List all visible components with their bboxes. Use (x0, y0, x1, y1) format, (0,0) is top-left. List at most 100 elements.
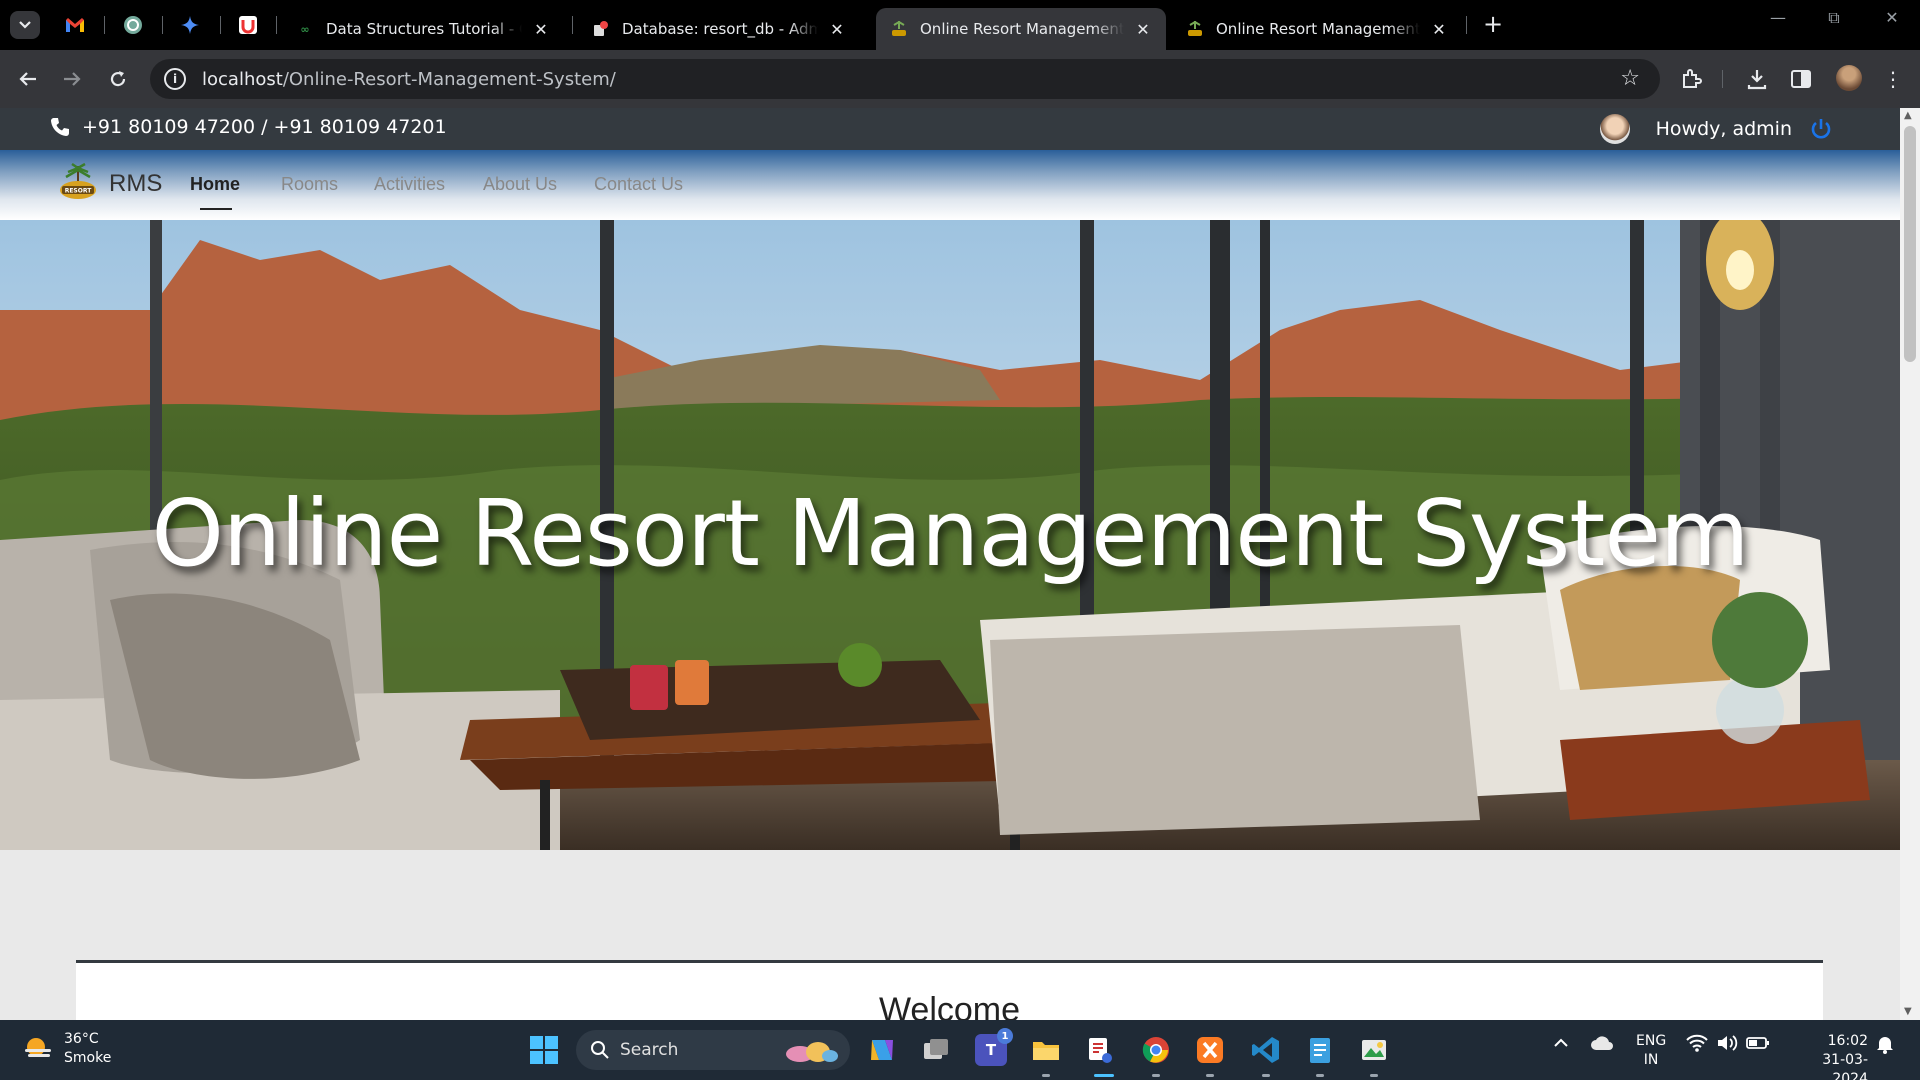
welcome-section: Welcome (76, 960, 1823, 1020)
bookmark-star-icon[interactable]: ☆ (1620, 66, 1640, 91)
search-highlight-icon (786, 1042, 838, 1062)
extensions-icon[interactable] (1678, 66, 1704, 92)
active-nav-indicator (200, 208, 232, 210)
close-window-button[interactable]: ✕ (1872, 8, 1912, 27)
scroll-down-arrow-icon[interactable]: ▼ (1904, 1006, 1912, 1017)
resort-logo-icon[interactable]: RESORT (58, 162, 98, 204)
hero-title: Online Resort Management System (151, 480, 1749, 587)
weather-temp: 36°C (64, 1031, 99, 1047)
taskbar-notepad[interactable] (1304, 1034, 1336, 1066)
user-greeting: Howdy, admin (1599, 114, 1832, 144)
nav-rooms[interactable]: Rooms (281, 174, 338, 195)
search-icon (591, 1041, 609, 1059)
gemini-icon (181, 16, 199, 34)
close-tab-icon[interactable]: ✕ (1134, 20, 1152, 39)
windows-logo-icon (530, 1036, 558, 1064)
bell-icon (1877, 1037, 1893, 1054)
close-tab-icon[interactable]: ✕ (1430, 20, 1448, 39)
phone-icon (51, 118, 69, 136)
reload-icon (110, 71, 126, 87)
clock-date: 31-03-2024 (1822, 1052, 1868, 1080)
close-tab-icon[interactable]: ✕ (532, 20, 550, 39)
taskbar-chrome[interactable] (1140, 1034, 1172, 1066)
nav-home[interactable]: Home (190, 174, 240, 195)
notepad-icon (1310, 1038, 1330, 1063)
user-avatar[interactable] (1599, 114, 1630, 144)
pinned-tab-chatgpt[interactable] (120, 12, 146, 38)
download-icon[interactable] (1744, 66, 1770, 92)
battery-icon (1746, 1037, 1769, 1049)
brand-name[interactable]: RMS (109, 170, 162, 198)
start-button[interactable] (528, 1034, 560, 1066)
profile-avatar[interactable] (1836, 65, 1862, 91)
forward-button[interactable] (58, 65, 86, 93)
pinned-tab-gemini[interactable] (177, 12, 203, 38)
top-contact-bar: +91 80109 47200 / +91 80109 47201 Howdy,… (0, 108, 1900, 150)
scroll-up-arrow-icon[interactable]: ▲ (1904, 110, 1912, 121)
show-hidden-icons[interactable] (1552, 1034, 1570, 1056)
close-tab-icon[interactable]: ✕ (828, 20, 846, 39)
taskbar-file-explorer[interactable] (1030, 1034, 1062, 1066)
power-logout-icon[interactable] (1810, 118, 1832, 140)
pinned-tab-app[interactable] (235, 12, 261, 38)
taskbar-app-image-editor[interactable] (1358, 1034, 1390, 1066)
back-button[interactable] (14, 65, 42, 93)
pinned-tab-gmail[interactable] (62, 12, 88, 38)
volume-tray[interactable] (1716, 1034, 1738, 1056)
page-scrollbar[interactable]: ▲ ▼ (1900, 108, 1920, 1020)
battery-tray[interactable] (1746, 1034, 1770, 1056)
chevron-up-icon (1554, 1038, 1568, 1047)
scroll-thumb[interactable] (1904, 126, 1916, 362)
gmail-icon (66, 18, 84, 32)
taskbar-snipping-tool[interactable] (1084, 1034, 1116, 1066)
taskbar-task-view[interactable] (920, 1034, 952, 1066)
onedrive-tray[interactable] (1590, 1034, 1614, 1056)
task-view-icon (924, 1039, 948, 1059)
taskbar-xampp[interactable] (1194, 1034, 1226, 1066)
wifi-tray[interactable] (1686, 1034, 1708, 1056)
nav-about-us[interactable]: About Us (483, 174, 557, 195)
taskbar-vscode[interactable] (1250, 1034, 1282, 1066)
system-clock[interactable]: 16:02 31-03-2024 (1788, 1032, 1868, 1080)
chrome-icon (1142, 1037, 1169, 1063)
minimize-button[interactable]: — (1758, 8, 1798, 27)
tab-search-button[interactable] (10, 11, 40, 39)
tab-title: Online Resort Management System (920, 20, 1124, 38)
tab-adminer[interactable]: Database: resort_db - Adminer ✕ (578, 8, 860, 50)
nav-contact-us[interactable]: Contact Us (594, 174, 683, 195)
phone-contact: +91 80109 47200 / +91 80109 47201 (50, 116, 447, 138)
tab-title: Data Structures Tutorial - GeeksforGeeks (326, 20, 522, 38)
teams-icon: T (985, 1041, 997, 1059)
taskbar-teams[interactable]: T 1 (975, 1028, 1013, 1066)
nav-activities[interactable]: Activities (374, 174, 445, 195)
browser-toolbar: i localhost/Online-Resort-Management-Sys… (0, 50, 1920, 108)
restore-button[interactable]: ⧉ (1814, 8, 1854, 28)
cloud-icon (1591, 1036, 1613, 1050)
resort-icon (890, 20, 908, 38)
new-tab-button[interactable]: + (1478, 10, 1508, 38)
weather-widget[interactable]: 36°C Smoke (22, 1030, 111, 1068)
side-panel-icon[interactable] (1788, 66, 1814, 92)
site-info-icon[interactable]: i (164, 68, 186, 90)
language-indicator[interactable]: ENG IN (1636, 1032, 1666, 1070)
arrow-right-icon (64, 72, 81, 86)
taskbar-search[interactable]: Search (576, 1030, 850, 1070)
taskbar-copilot[interactable] (866, 1034, 898, 1066)
wifi-icon (1686, 1034, 1708, 1052)
tab-resort-active[interactable]: Online Resort Management System ✕ (876, 8, 1166, 50)
address-bar[interactable]: i localhost/Online-Resort-Management-Sys… (150, 59, 1660, 99)
resort-icon (1186, 20, 1204, 38)
hero-banner: Online Resort Management System (0, 220, 1900, 850)
greeting-text: Howdy, admin (1655, 118, 1792, 140)
reload-button[interactable] (104, 65, 132, 93)
volume-icon (1718, 1035, 1738, 1051)
copilot-icon (871, 1040, 893, 1060)
tab-resort[interactable]: Online Resort Management System ✕ (1172, 8, 1462, 50)
url-text[interactable]: localhost/Online-Resort-Management-Syste… (202, 69, 616, 90)
menu-kebab-icon[interactable]: ⋮ (1880, 66, 1906, 92)
tab-geeksforgeeks[interactable]: ∞ Data Structures Tutorial - GeeksforGee… (282, 8, 564, 50)
welcome-heading: Welcome (878, 991, 1021, 1020)
notifications-tray[interactable] (1876, 1034, 1894, 1058)
teams-notification-badge: 1 (997, 1028, 1013, 1044)
windows-taskbar: 36°C Smoke Search T 1 ENG IN 16:02 31-03… (0, 1020, 1920, 1080)
